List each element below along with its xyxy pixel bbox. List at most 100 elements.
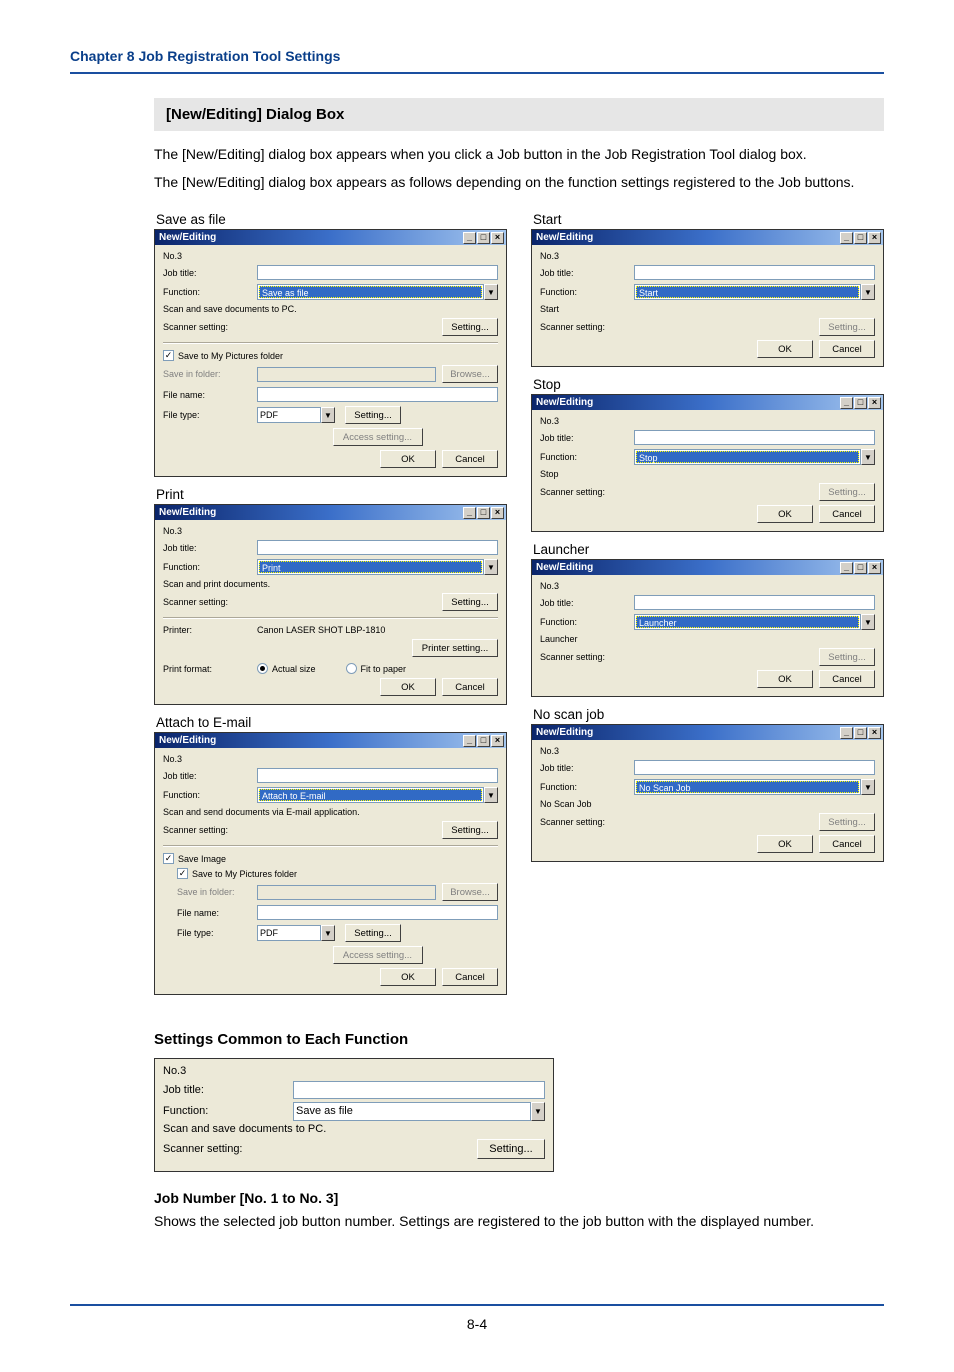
close-icon[interactable]: × [868,727,881,739]
label-actual-size: Actual size [272,664,316,674]
job-title-input[interactable] [634,430,875,445]
ok-button[interactable]: OK [757,505,813,523]
label-save-image: Save Image [178,854,226,864]
chapter-header: Chapter 8 Job Registration Tool Settings [0,0,954,72]
minimize-icon[interactable]: _ [840,232,853,244]
file-name-input[interactable] [257,905,498,920]
chevron-down-icon[interactable]: ▼ [484,559,498,575]
setting-button[interactable]: Setting... [442,593,498,611]
function-select[interactable]: Save as file▼ [293,1103,545,1119]
setting-button[interactable]: Setting... [442,821,498,839]
label-job-title: Job title: [163,268,257,278]
label-scanner-setting: Scanner setting: [540,487,634,497]
label-job-title: Job title: [540,268,634,278]
setting-button[interactable]: Setting... [442,318,498,336]
maximize-icon[interactable]: □ [477,232,490,244]
job-title-input[interactable] [257,265,498,280]
ok-button[interactable]: OK [380,968,436,986]
chevron-down-icon[interactable]: ▼ [531,1102,545,1121]
titlebar-text: New/Editing [159,735,216,746]
job-title-input[interactable] [293,1081,545,1099]
close-icon[interactable]: × [868,232,881,244]
minimize-icon[interactable]: _ [463,735,476,747]
file-name-input[interactable] [257,387,498,402]
cancel-button[interactable]: Cancel [819,505,875,523]
job-title-input[interactable] [257,540,498,555]
chevron-down-icon[interactable]: ▼ [484,787,498,803]
chevron-down-icon[interactable]: ▼ [861,779,875,795]
printer-setting-button[interactable]: Printer setting... [412,639,498,657]
function-select[interactable]: Attach to E-mail▼ [257,787,498,803]
ok-button[interactable]: OK [757,340,813,358]
minimize-icon[interactable]: _ [840,727,853,739]
label-function: Function: [540,287,634,297]
maximize-icon[interactable]: □ [854,727,867,739]
close-icon[interactable]: × [491,735,504,747]
function-value: Stop [636,451,859,463]
file-type-select[interactable]: PDF▼ [257,925,335,941]
file-setting-button[interactable]: Setting... [345,406,401,424]
maximize-icon[interactable]: □ [854,562,867,574]
job-title-input[interactable] [634,760,875,775]
ok-button[interactable]: OK [757,670,813,688]
close-icon[interactable]: × [491,232,504,244]
file-setting-button[interactable]: Setting... [345,924,401,942]
checkbox-save-mypictures[interactable] [163,350,174,361]
cancel-button[interactable]: Cancel [819,835,875,853]
label-job-title: Job title: [540,763,634,773]
chevron-down-icon[interactable]: ▼ [321,925,335,941]
minimize-icon[interactable]: _ [840,562,853,574]
radio-actual-size[interactable] [257,663,268,674]
checkbox-save-image[interactable] [163,853,174,864]
checkbox-save-mypictures[interactable] [177,868,188,879]
label-file-name: File name: [177,908,257,918]
maximize-icon[interactable]: □ [854,397,867,409]
cancel-button[interactable]: Cancel [819,670,875,688]
label-function: Function: [540,617,634,627]
caption-noscan: No scan job [533,707,884,722]
chevron-down-icon[interactable]: ▼ [484,284,498,300]
caption-attach-email: Attach to E-mail [156,715,507,730]
close-icon[interactable]: × [868,397,881,409]
cancel-button[interactable]: Cancel [819,340,875,358]
footer-rule [70,1304,884,1306]
maximize-icon[interactable]: □ [477,507,490,519]
ok-button[interactable]: OK [757,835,813,853]
cancel-button[interactable]: Cancel [442,968,498,986]
function-select[interactable]: Launcher▼ [634,614,875,630]
chevron-down-icon[interactable]: ▼ [861,449,875,465]
label-file-type: File type: [177,928,257,938]
chevron-down-icon[interactable]: ▼ [861,614,875,630]
titlebar-text: New/Editing [536,562,593,573]
minimize-icon[interactable]: _ [840,397,853,409]
job-title-input[interactable] [257,768,498,783]
radio-fit-paper[interactable] [346,663,357,674]
cancel-button[interactable]: Cancel [442,678,498,696]
function-select[interactable]: No Scan Job▼ [634,779,875,795]
job-no: No.3 [163,526,257,536]
job-no: No.3 [163,251,257,261]
minimize-icon[interactable]: _ [463,507,476,519]
job-title-input[interactable] [634,265,875,280]
dialog-noscan: New/Editing_□× No.3 Job title: Function:… [531,724,884,862]
chevron-down-icon[interactable]: ▼ [321,407,335,423]
close-icon[interactable]: × [491,507,504,519]
close-icon[interactable]: × [868,562,881,574]
maximize-icon[interactable]: □ [854,232,867,244]
function-select[interactable]: Start▼ [634,284,875,300]
file-type-select[interactable]: PDF▼ [257,407,335,423]
function-select[interactable]: Stop▼ [634,449,875,465]
ok-button[interactable]: OK [380,678,436,696]
cancel-button[interactable]: Cancel [442,450,498,468]
setting-button[interactable]: Setting... [477,1139,545,1159]
job-title-input[interactable] [634,595,875,610]
label-scanner-setting: Scanner setting: [540,817,634,827]
ok-button[interactable]: OK [380,450,436,468]
maximize-icon[interactable]: □ [477,735,490,747]
function-select[interactable]: Save as file▼ [257,284,498,300]
function-value: Attach to E-mail [259,789,482,801]
minimize-icon[interactable]: _ [463,232,476,244]
chevron-down-icon[interactable]: ▼ [861,284,875,300]
function-select[interactable]: Print▼ [257,559,498,575]
label-fit-paper: Fit to paper [361,664,407,674]
